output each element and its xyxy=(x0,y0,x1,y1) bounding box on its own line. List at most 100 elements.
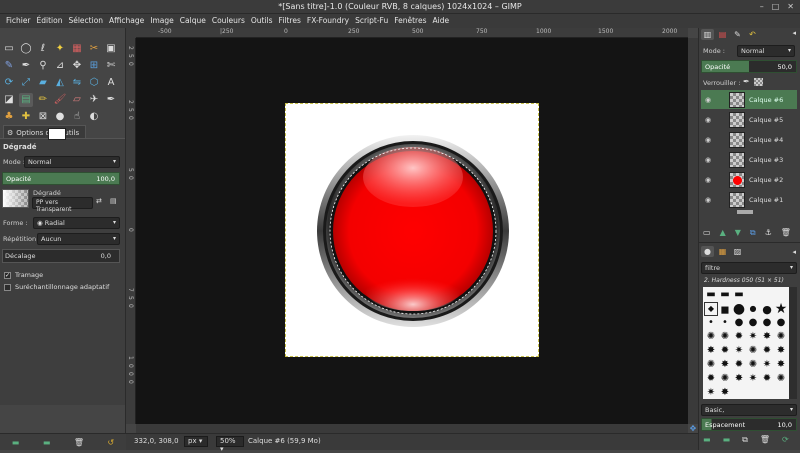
paths-tab-icon[interactable]: ✎ xyxy=(731,29,744,40)
unit-select[interactable]: px ▾ xyxy=(184,436,208,447)
anchor-layer-icon[interactable]: ⚓ xyxy=(765,228,772,238)
bucket-fill-icon[interactable]: ◪ xyxy=(2,93,16,107)
brush-preset[interactable]: ● xyxy=(760,316,774,330)
brush-preset[interactable]: ✹ xyxy=(760,344,774,358)
gradient-preview[interactable] xyxy=(2,189,29,208)
brush-preset[interactable]: • xyxy=(704,316,718,330)
smudge-icon[interactable]: ☝ xyxy=(70,110,84,124)
spacing-slider[interactable]: Espacement 10,0 xyxy=(701,418,797,431)
close-button[interactable]: ✕ xyxy=(787,2,794,11)
new-layer-icon[interactable]: ▭ xyxy=(703,228,711,238)
brush-preset[interactable]: ★ xyxy=(774,302,788,316)
brush-preset[interactable]: ▬ xyxy=(732,288,746,302)
layer-mode-select[interactable]: Normal ▾ xyxy=(737,45,795,57)
refresh-brushes-icon[interactable]: ⟳ xyxy=(782,435,789,445)
airbrush-icon[interactable]: ✈ xyxy=(87,93,101,107)
ellipse-select-icon[interactable]: ◯ xyxy=(19,42,33,56)
image-canvas[interactable] xyxy=(285,103,539,357)
restore-options-icon[interactable]: ▬ xyxy=(43,438,51,447)
align-icon[interactable]: ⊞ xyxy=(87,59,101,73)
pencil-icon[interactable]: ✏ xyxy=(36,93,50,107)
canvas-viewport[interactable] xyxy=(136,38,688,424)
duplicate-layer-icon[interactable]: ⧉ xyxy=(750,228,756,238)
shape-select[interactable]: ◉ Radial ▾ xyxy=(33,217,120,229)
move-icon[interactable]: ✥ xyxy=(70,59,84,73)
brush-preset[interactable]: ✺ xyxy=(718,330,732,344)
dock-menu-icon[interactable]: ◂ xyxy=(792,29,796,37)
clone-icon[interactable]: ♣ xyxy=(2,110,16,124)
foreground-select-icon[interactable]: ▣ xyxy=(104,42,118,56)
brush-preset[interactable]: ✺ xyxy=(774,330,788,344)
opacity-slider[interactable]: Opacité 100,0 xyxy=(2,172,120,185)
menu-edition[interactable]: Édition xyxy=(34,14,66,28)
reset-options-icon[interactable]: ↺ xyxy=(108,438,115,447)
delete-brush-icon[interactable]: 🗑 xyxy=(760,435,770,445)
ink-icon[interactable]: ✒ xyxy=(104,93,118,107)
brush-preset[interactable]: ● xyxy=(760,302,774,316)
save-options-icon[interactable]: ▬ xyxy=(12,438,20,447)
tab-tool-options[interactable]: ⚙ Options des outils xyxy=(3,125,87,138)
blend-icon[interactable]: ▤ xyxy=(19,93,33,107)
brush-preset[interactable]: ✷ xyxy=(760,358,774,372)
free-select-icon[interactable]: ℓ xyxy=(36,42,50,56)
layer-opacity-slider[interactable]: Opacité 50,0 xyxy=(701,60,797,73)
offset-slider[interactable]: Décalage 0,0 xyxy=(2,249,120,263)
cage-icon[interactable]: ⬡ xyxy=(87,76,101,90)
zoom-icon[interactable]: ⚲ xyxy=(36,59,50,73)
brush-preset[interactable]: ✸ xyxy=(718,386,732,400)
flip-icon[interactable]: ⇋ xyxy=(70,76,84,90)
layer-row[interactable]: ◉ Calque #6 xyxy=(701,90,797,109)
horizontal-scrollbar[interactable] xyxy=(136,424,688,433)
duplicate-brush-icon[interactable]: ⧉ xyxy=(742,435,748,445)
minimize-button[interactable]: – xyxy=(760,2,764,11)
lock-alpha-icon[interactable] xyxy=(754,78,763,86)
brush-preset[interactable]: ✹ xyxy=(732,330,746,344)
rect-select-icon[interactable]: ▭ xyxy=(2,42,16,56)
menu-script-fu[interactable]: Script-Fu xyxy=(352,14,391,28)
brush-preset[interactable] xyxy=(760,288,774,302)
brush-preset[interactable]: ✷ xyxy=(746,330,760,344)
brush-dock-menu-icon[interactable]: ◂ xyxy=(792,248,796,256)
layer-row[interactable]: ◉ Calque #4 xyxy=(701,130,797,149)
brush-preset[interactable]: ✸ xyxy=(774,344,788,358)
dither-checkbox-row[interactable]: ✓ Tramage xyxy=(4,271,43,279)
gradients-tab-icon[interactable]: ▨ xyxy=(731,246,744,257)
measure-icon[interactable]: ⊿ xyxy=(53,59,67,73)
brush-preset[interactable]: ✷ xyxy=(746,372,760,386)
brush-preset[interactable]: ● xyxy=(746,302,760,316)
menu-affichage[interactable]: Affichage xyxy=(106,14,147,28)
brush-scrollbar[interactable] xyxy=(789,287,797,399)
brush-preset[interactable] xyxy=(746,288,760,302)
brush-preset[interactable]: ● xyxy=(732,316,746,330)
layer-row[interactable]: ◉ Calque #2 xyxy=(701,170,797,189)
brush-preset[interactable]: • xyxy=(718,316,732,330)
brush-preset[interactable]: ▬ xyxy=(704,288,718,302)
visibility-eye-icon[interactable]: ◉ xyxy=(701,176,715,184)
mode-select[interactable]: Normal ▾ xyxy=(24,156,120,168)
layers-tab-icon[interactable]: ▥ xyxy=(701,29,714,40)
reverse-gradient-icon[interactable]: ⇄ xyxy=(96,197,102,205)
brush-preset[interactable]: ✹ xyxy=(760,372,774,386)
brush-preset[interactable]: ✹ xyxy=(704,372,718,386)
brush-preset[interactable]: ✺ xyxy=(718,372,732,386)
scissors-icon[interactable]: ✂ xyxy=(87,42,101,56)
brush-preset[interactable]: ✺ xyxy=(704,358,718,372)
brush-tag-field[interactable]: Basic, ▾ xyxy=(701,404,797,416)
visibility-eye-icon[interactable]: ◉ xyxy=(701,136,715,144)
dither-checkbox[interactable]: ✓ xyxy=(4,271,11,279)
brush-preset[interactable]: ✸ xyxy=(732,372,746,386)
brush-preset[interactable]: ◼ xyxy=(718,302,732,316)
perspective-icon[interactable]: ◭ xyxy=(53,76,67,90)
menu-aide[interactable]: Aide xyxy=(430,14,453,28)
repeat-select[interactable]: Aucun ▾ xyxy=(37,233,120,245)
rotate-icon[interactable]: ⟳ xyxy=(2,76,16,90)
visibility-eye-icon[interactable]: ◉ xyxy=(701,96,715,104)
layer-row[interactable]: ◉ Calque #5 xyxy=(701,110,797,129)
menu-fichier[interactable]: Fichier xyxy=(3,14,34,28)
patterns-tab-icon[interactable]: ▦ xyxy=(716,246,729,257)
layer-row[interactable]: ◉ Calque #1 xyxy=(701,190,797,209)
text-icon[interactable]: A xyxy=(104,76,118,90)
brush-preset[interactable]: ✷ xyxy=(732,344,746,358)
brush-preset[interactable]: ● xyxy=(746,316,760,330)
brush-preset[interactable]: ▬ xyxy=(718,288,732,302)
